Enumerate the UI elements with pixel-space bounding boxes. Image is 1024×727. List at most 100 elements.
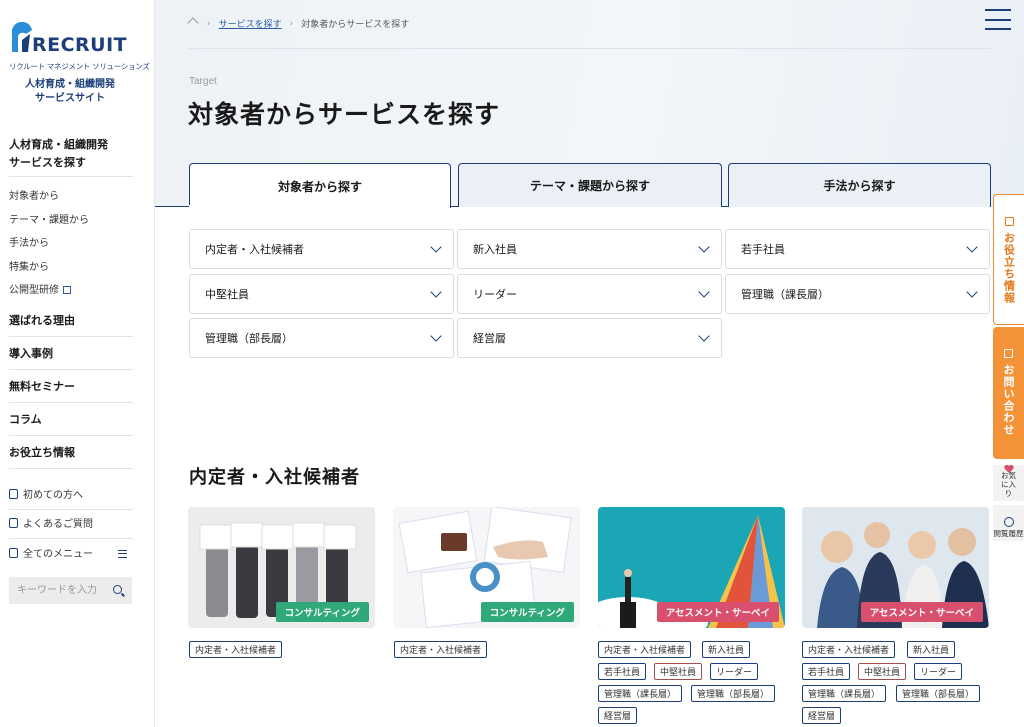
target-item-label: 経営層 xyxy=(473,332,506,345)
tab-target[interactable]: 対象者から探す xyxy=(189,163,451,208)
recruit-logo[interactable]: RECRUIT リクルート マネジメント ソリューションズ 人材育成・組織開発 … xyxy=(8,22,150,108)
card-tag[interactable]: 若手社員 xyxy=(802,663,851,680)
target-item-leader[interactable]: リーダー xyxy=(457,274,722,314)
sidebar-item-cases[interactable]: 導入事例 xyxy=(9,337,133,370)
floating-favorite-button[interactable]: お気に入り xyxy=(993,465,1024,501)
target-item-department-manager[interactable]: 管理職（部長層） xyxy=(189,318,454,358)
menu-icon xyxy=(118,550,127,558)
chevron-down-icon xyxy=(430,286,442,298)
floating-contact-button[interactable]: お問い合わせ xyxy=(993,327,1024,459)
external-link-icon xyxy=(63,286,71,294)
category-badge: コンサルティング xyxy=(480,602,574,622)
sidebar-heading-line2: サービスを探す xyxy=(9,156,86,169)
mail-icon xyxy=(1004,349,1013,358)
floating-history-button[interactable]: 閲覧履歴 xyxy=(993,505,1024,541)
floating-useful-info-button[interactable]: お役立ち情報 xyxy=(993,194,1024,325)
card-tag[interactable]: 経営層 xyxy=(598,707,638,724)
logo-word: RECRUIT xyxy=(32,34,128,56)
card-tag[interactable]: 内定者・入社候補者 xyxy=(394,641,488,658)
chevron-down-icon xyxy=(966,286,978,298)
breadcrumb-separator-icon: › xyxy=(207,18,211,29)
sidebar-item-column[interactable]: コラム xyxy=(9,403,133,436)
target-item-label: リーダー xyxy=(473,288,517,301)
category-badge: アセスメント・サーベイ xyxy=(656,602,779,622)
target-item-new-employee[interactable]: 新入社員 xyxy=(457,229,722,269)
sidebar-item-first-time[interactable]: 初めての方へ xyxy=(9,481,133,510)
sidebar-item-useful-info[interactable]: お役立ち情報 xyxy=(9,436,133,469)
card-tag[interactable]: 経営層 xyxy=(802,707,842,724)
card-tag[interactable]: 若手社員 xyxy=(598,663,647,680)
floating-history-label: 閲覧履歴 xyxy=(993,529,1024,538)
card-tag[interactable]: 管理職（部長層） xyxy=(691,685,776,702)
card-image-4[interactable]: アセスメント・サーベイ xyxy=(802,507,989,628)
sidebar-heading-line1: 人材育成・組織開発 xyxy=(9,138,108,151)
target-item-young[interactable]: 若手社員 xyxy=(725,229,990,269)
card-tag[interactable]: 管理職（課長層） xyxy=(802,685,887,702)
sidebar-item-method[interactable]: 手法から xyxy=(9,234,49,249)
sidebar-item-theme[interactable]: テーマ・課題から xyxy=(9,211,89,226)
sidebar-item-target[interactable]: 対象者から xyxy=(9,187,59,202)
target-item-label: 内定者・入社候補者 xyxy=(205,243,304,256)
chevron-down-icon xyxy=(698,286,710,298)
card-tag[interactable]: 中堅社員 xyxy=(654,663,703,680)
chevron-down-icon xyxy=(698,241,710,253)
breadcrumb-separator-icon: › xyxy=(289,18,294,29)
chevron-down-icon xyxy=(430,330,442,342)
sidebar-item-faq[interactable]: よくあるご質問 xyxy=(9,510,133,539)
breadcrumb-link-services[interactable]: サービスを探す xyxy=(219,17,282,30)
card-tag[interactable]: 内定者・入社候補者 xyxy=(598,641,692,658)
sidebar-item-open-training[interactable]: 公開型研修 xyxy=(9,281,71,296)
history-icon xyxy=(1003,517,1014,527)
target-item-mid-level[interactable]: 中堅社員 xyxy=(189,274,454,314)
sidebar-search xyxy=(9,577,132,604)
sidebar-heading-search-services[interactable]: 人材育成・組織開発 サービスを探す xyxy=(9,136,133,177)
tab-theme[interactable]: テーマ・課題から探す xyxy=(458,163,722,207)
sidebar-item-all-menu-label: 全てのメニュー xyxy=(23,549,93,560)
target-item-executive[interactable]: 経営層 xyxy=(457,318,722,358)
target-item-label: 管理職（課長層） xyxy=(741,288,829,301)
book-icon xyxy=(9,548,18,558)
home-icon[interactable] xyxy=(188,19,199,28)
hamburger-menu-icon[interactable] xyxy=(985,9,1011,30)
card-tag[interactable]: 新入社員 xyxy=(907,641,956,658)
heart-icon xyxy=(1004,465,1014,469)
target-item-section-manager[interactable]: 管理職（課長層） xyxy=(725,274,990,314)
card-tag[interactable]: 内定者・入社候補者 xyxy=(189,641,283,658)
target-item-label: 管理職（部長層） xyxy=(205,332,293,345)
card-tag[interactable]: 新入社員 xyxy=(702,641,751,658)
breadcrumb: › サービスを探す › 対象者からサービスを探す xyxy=(188,17,409,31)
sidebar: RECRUIT リクルート マネジメント ソリューションズ 人材育成・組織開発 … xyxy=(0,0,155,727)
target-item-label: 中堅社員 xyxy=(205,288,249,301)
site-name-line2: サービスサイト xyxy=(35,93,105,104)
card-image-1[interactable]: コンサルティング xyxy=(188,507,375,628)
card-tag[interactable]: 管理職（課長層） xyxy=(598,685,683,702)
category-badge: アセスメント・サーベイ xyxy=(860,602,983,622)
chat-icon xyxy=(9,518,18,528)
site-name: 人材育成・組織開発 サービスサイト xyxy=(8,78,132,106)
card-image-3[interactable]: アセスメント・サーベイ xyxy=(598,507,785,628)
card-tag[interactable]: 内定者・入社候補者 xyxy=(802,641,896,658)
target-item-label: 若手社員 xyxy=(741,243,785,256)
target-item-naiteisha[interactable]: 内定者・入社候補者 xyxy=(189,229,454,269)
tab-method[interactable]: 手法から探す xyxy=(728,163,991,207)
search-icon[interactable] xyxy=(113,585,122,594)
search-input[interactable] xyxy=(9,577,104,604)
card-tag[interactable]: リーダー xyxy=(914,663,963,680)
card-image-2[interactable]: コンサルティング xyxy=(393,507,580,628)
card-tag[interactable]: リーダー xyxy=(710,663,759,680)
card-tag[interactable]: 中堅社員 xyxy=(858,663,907,680)
sidebar-item-seminars[interactable]: 無料セミナー xyxy=(9,370,133,403)
sidebar-item-reasons[interactable]: 選ばれる理由 xyxy=(9,304,133,337)
sidebar-item-open-training-label: 公開型研修 xyxy=(9,285,59,296)
chevron-down-icon xyxy=(698,330,710,342)
target-item-label: 新入社員 xyxy=(473,243,517,256)
chevron-down-icon xyxy=(430,241,442,253)
active-tab-gap xyxy=(189,205,450,208)
sidebar-item-first-time-label: 初めての方へ xyxy=(23,490,83,501)
sidebar-item-faq-label: よくあるご質問 xyxy=(23,519,93,530)
sidebar-item-all-menu[interactable]: 全てのメニュー xyxy=(9,540,133,569)
logo-subtitle: リクルート マネジメント ソリューションズ xyxy=(9,62,150,71)
card-tag[interactable]: 管理職（部長層） xyxy=(896,685,981,702)
chevron-down-icon xyxy=(966,241,978,253)
sidebar-item-feature[interactable]: 特集から xyxy=(9,258,49,273)
